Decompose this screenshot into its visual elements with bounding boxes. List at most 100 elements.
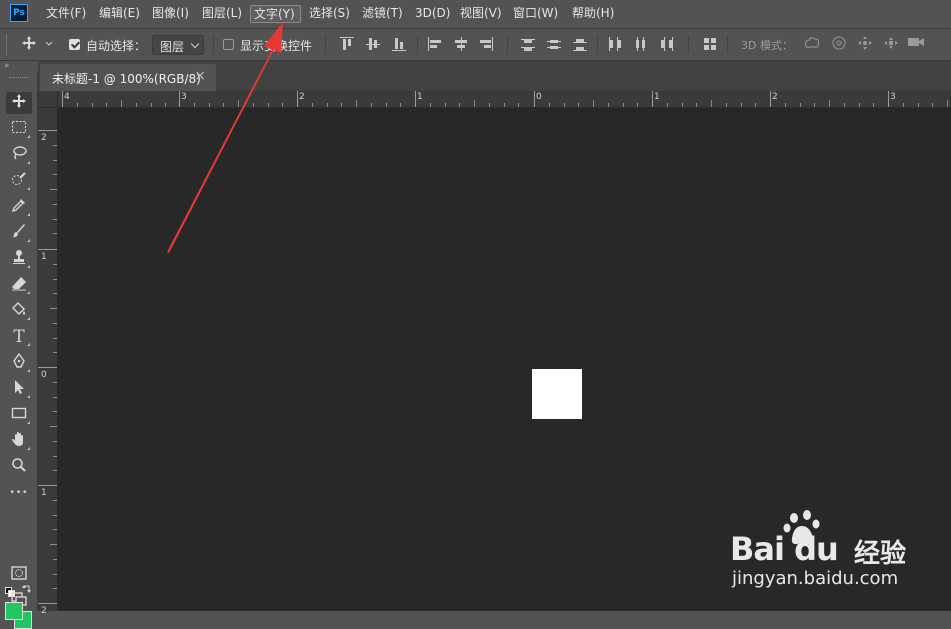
tools-panel: T ••• xyxy=(0,73,38,629)
pen-tool[interactable] xyxy=(6,352,32,374)
distribute-top-icon[interactable] xyxy=(521,37,535,51)
menu-select[interactable]: 选择(S) xyxy=(306,5,353,23)
distribute-right-icon[interactable] xyxy=(659,37,673,51)
menu-filter[interactable]: 滤镜(T) xyxy=(359,5,406,23)
align-vcenter-icon[interactable] xyxy=(366,37,380,51)
align-right-icon[interactable] xyxy=(479,37,493,51)
zoom-icon xyxy=(11,457,27,477)
ruler-major-tick xyxy=(888,91,889,107)
quick-mask-icon xyxy=(11,566,27,584)
move-tool-preset-icon[interactable] xyxy=(18,35,40,55)
baidu-jingyan-watermark: Bai du 经验 jingyan.baidu.com xyxy=(730,508,940,603)
ruler-tick-label: 2 xyxy=(299,92,305,102)
ruler-minor-tick xyxy=(53,145,57,146)
menu-3d[interactable]: 3D(D) xyxy=(412,5,453,23)
ruler-minor-tick xyxy=(667,103,668,107)
hand-tool[interactable] xyxy=(6,430,32,452)
paint-bucket-icon xyxy=(11,301,27,321)
ruler-major-tick xyxy=(297,91,298,107)
horizontal-ruler[interactable]: 4 3 2 1 0 1 2 3 xyxy=(58,91,951,108)
menu-help[interactable]: 帮助(H) xyxy=(569,5,617,23)
ruler-minor-tick xyxy=(50,308,57,309)
ruler-minor-tick xyxy=(121,100,122,107)
brush-tool[interactable] xyxy=(6,222,32,244)
lasso-tool[interactable] xyxy=(6,144,32,166)
distribute-hcenter-icon[interactable] xyxy=(633,37,647,51)
path-select-tool[interactable] xyxy=(6,378,32,400)
move-tool[interactable] xyxy=(6,92,32,114)
3d-orbit-icon[interactable] xyxy=(801,35,823,55)
foreground-color-swatch[interactable] xyxy=(5,602,23,620)
eraser-tool[interactable] xyxy=(6,274,32,296)
document-tab[interactable]: 未标题-1 @ 100%(RGB/8) × xyxy=(40,64,216,91)
watermark-url: jingyan.baidu.com xyxy=(732,568,899,589)
auto-select-target-dropdown[interactable]: 图层 xyxy=(152,35,204,55)
menu-type[interactable]: 文字(Y) xyxy=(250,5,301,23)
marquee-tool[interactable] xyxy=(6,118,32,140)
menu-window[interactable]: 窗口(W) xyxy=(510,5,561,23)
ruler-minor-tick xyxy=(53,411,57,412)
divider xyxy=(688,36,689,54)
menu-edit[interactable]: 编辑(E) xyxy=(96,5,143,23)
distribute-vcenter-icon[interactable] xyxy=(547,37,561,51)
watermark-brand: Bai du xyxy=(730,530,839,568)
options-bar-grip[interactable] xyxy=(6,35,10,55)
ruler-minor-tick xyxy=(50,544,57,545)
ruler-minor-tick xyxy=(53,515,57,516)
3d-slide-icon[interactable] xyxy=(880,35,902,55)
zoom-tool[interactable] xyxy=(6,456,32,478)
align-top-icon[interactable] xyxy=(340,37,354,51)
ruler-minor-tick xyxy=(53,293,57,294)
ruler-minor-tick xyxy=(504,103,505,107)
ruler-minor-tick xyxy=(53,382,57,383)
paint-bucket-tool[interactable] xyxy=(6,300,32,322)
ruler-minor-tick xyxy=(253,103,254,107)
ruler-minor-tick xyxy=(726,103,727,107)
quick-select-tool[interactable] xyxy=(6,170,32,192)
ruler-minor-tick xyxy=(593,100,594,107)
type-tool[interactable]: T xyxy=(6,326,32,348)
ruler-minor-tick xyxy=(785,103,786,107)
3d-pan-icon[interactable] xyxy=(854,35,876,55)
3d-mode-label: 3D 模式： xyxy=(741,39,793,52)
3d-roll-icon[interactable] xyxy=(828,35,850,55)
close-icon[interactable]: × xyxy=(194,68,206,84)
document-canvas[interactable] xyxy=(532,369,582,419)
vertical-ruler[interactable]: 2 1 0 1 2 xyxy=(38,108,58,616)
ruler-minor-tick xyxy=(932,103,933,107)
eyedropper-tool[interactable] xyxy=(6,196,32,218)
align-hcenter-icon[interactable] xyxy=(454,37,468,51)
distribute-bottom-icon[interactable] xyxy=(573,37,587,51)
more-icon: ••• xyxy=(9,488,29,498)
ruler-minor-tick xyxy=(564,103,565,107)
ruler-minor-tick xyxy=(53,279,57,280)
ruler-minor-tick xyxy=(53,204,57,205)
panel-collapse-toggle[interactable]: » xyxy=(0,61,38,73)
menu-file[interactable]: 文件(F) xyxy=(43,5,89,23)
ruler-tick-label: 2 xyxy=(41,606,47,616)
more-tools-button[interactable]: ••• xyxy=(6,482,32,504)
quick-mask-button[interactable] xyxy=(6,564,32,586)
ruler-minor-tick xyxy=(445,103,446,107)
ruler-origin[interactable] xyxy=(38,91,58,108)
distribute-left-icon[interactable] xyxy=(607,37,621,51)
rectangle-tool[interactable] xyxy=(6,404,32,426)
auto-select-checkbox[interactable] xyxy=(69,39,80,50)
ruler-minor-tick xyxy=(459,103,460,107)
menu-image[interactable]: 图像(I) xyxy=(149,5,192,23)
align-left-icon[interactable] xyxy=(428,37,442,51)
align-bottom-icon[interactable] xyxy=(392,37,406,51)
ruler-minor-tick xyxy=(800,103,801,107)
chevron-down-icon[interactable] xyxy=(43,35,55,55)
auto-align-layers-icon[interactable] xyxy=(703,37,717,51)
menu-bar: Ps 文件(F) 编辑(E) 图像(I) 图层(L) 文字(Y) 选择(S) 滤… xyxy=(0,0,951,28)
ruler-minor-tick xyxy=(371,103,372,107)
move-icon xyxy=(11,93,27,113)
show-transform-checkbox[interactable] xyxy=(223,39,234,50)
stamp-tool[interactable] xyxy=(6,248,32,270)
3d-camera-icon[interactable] xyxy=(905,35,927,55)
menu-view[interactable]: 视图(V) xyxy=(457,5,505,23)
ruler-minor-tick xyxy=(165,103,166,107)
menu-layer[interactable]: 图层(L) xyxy=(199,5,245,23)
tools-panel-grip[interactable] xyxy=(9,77,29,81)
